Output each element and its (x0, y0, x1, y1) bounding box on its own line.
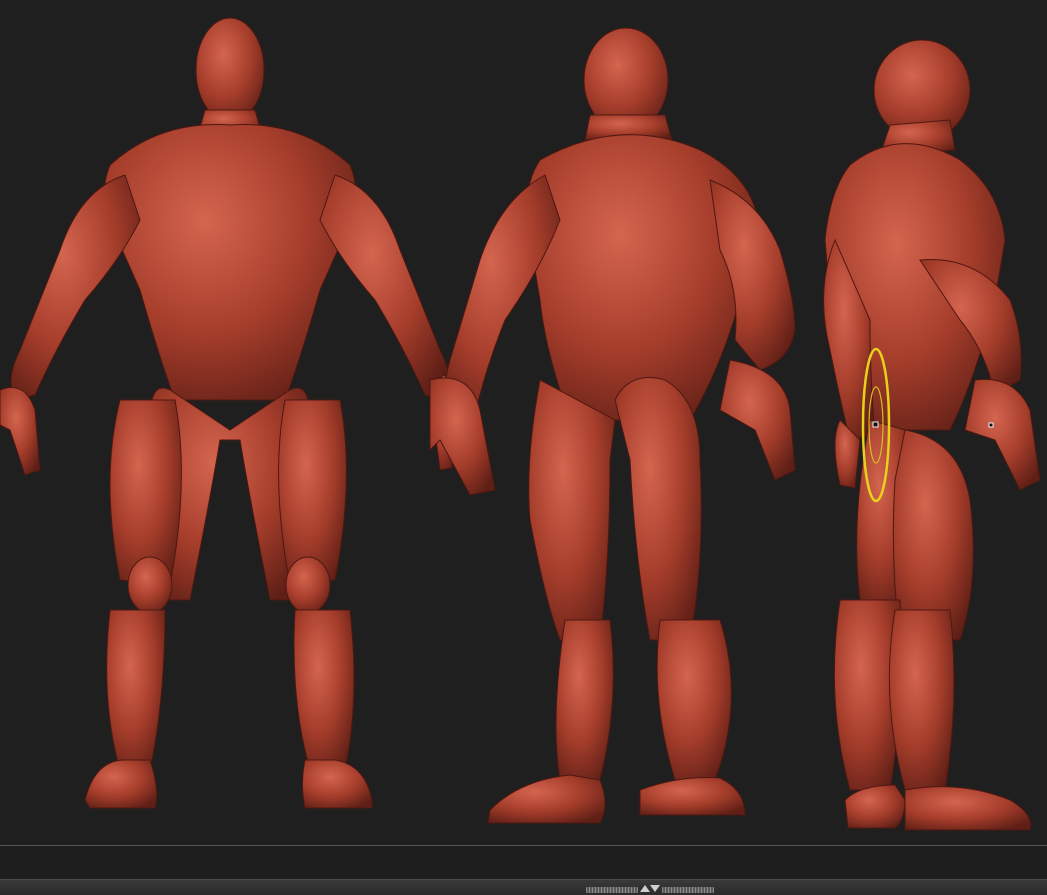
side-view-figure (823, 39, 1041, 831)
tray-grip-right[interactable] (662, 887, 714, 893)
back-view-figure (429, 27, 796, 824)
lower-tray-area (0, 846, 1047, 879)
front-view-figure (0, 17, 457, 809)
sculpt-render (0, 17, 1041, 831)
3d-viewport-canvas[interactable] (0, 0, 1047, 845)
tray-grip-left[interactable] (586, 887, 638, 893)
bottom-tray-bar (0, 879, 1047, 895)
tray-toggle-arrows-icon[interactable] (638, 883, 662, 894)
